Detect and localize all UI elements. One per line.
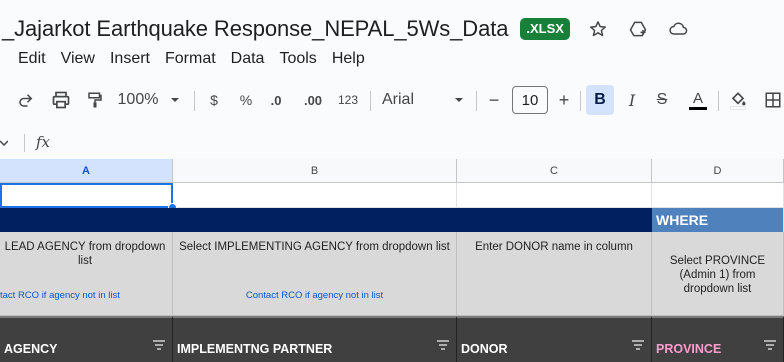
redo-icon[interactable] [14, 82, 38, 118]
formula-input[interactable] [62, 130, 784, 158]
header-label: AGENCY [4, 342, 58, 356]
toolbar-divider [580, 91, 581, 111]
cell-reference-chevron[interactable] [0, 137, 9, 149]
font-size-input[interactable]: 10 [512, 86, 548, 114]
borders-icon[interactable] [762, 82, 784, 118]
menu-insert[interactable]: Insert [110, 48, 150, 70]
header-label: PROVINCE [656, 342, 722, 356]
menu-edit[interactable]: Edit [18, 48, 46, 70]
zoom-select[interactable]: 100% [116, 82, 160, 118]
text-color-label: A [692, 89, 703, 107]
file-type-badge: .XLSX [520, 18, 570, 40]
italic-button[interactable]: I [620, 82, 644, 118]
cell-d1[interactable] [652, 183, 784, 208]
fill-color-icon[interactable] [726, 82, 750, 118]
menu-tools[interactable]: Tools [279, 48, 316, 70]
instruction-text: Enter DONOR name in column [475, 241, 633, 253]
toolbar: 100% $ % .0 .00 123 Arial − 10 + B I S A [0, 82, 784, 118]
toolbar-divider [370, 91, 371, 111]
where-section-label[interactable]: WHERE [652, 208, 784, 232]
instruction-text: Select IMPLEMENTING AGENCY from dropdown… [179, 241, 450, 253]
decrease-font-size-button[interactable]: − [484, 82, 504, 118]
header-cell-implementing-partner[interactable]: IMPLEMENTNG PARTNER [173, 316, 457, 362]
header-label: IMPLEMENTNG PARTNER [177, 342, 333, 356]
column-header-d[interactable]: D [652, 159, 784, 183]
text-color-swatch [689, 106, 707, 110]
filter-icon[interactable] [152, 338, 166, 354]
decrease-decimal-button[interactable]: .0 [262, 82, 290, 118]
filter-icon[interactable] [631, 338, 645, 354]
cell-b1[interactable] [173, 183, 457, 208]
title-bar: _Jajarkot Earthquake Response_NEPAL_5Ws_… [0, 12, 690, 46]
percent-format-button[interactable]: % [236, 82, 256, 118]
increase-decimal-button[interactable]: .00 [298, 82, 328, 118]
spreadsheet-grid: A B C D WHERE LEAD AGENCY from dropdown … [0, 159, 784, 362]
filter-icon[interactable] [436, 338, 450, 354]
toolbar-divider [194, 91, 195, 111]
increase-font-size-button[interactable]: + [554, 82, 574, 118]
header-cell-agency[interactable]: AGENCY [0, 316, 173, 362]
contact-rco-link[interactable]: Contact RCO if agency not in list [173, 290, 456, 301]
star-icon[interactable] [586, 17, 610, 41]
selected-cell-outline [0, 183, 173, 208]
menu-format[interactable]: Format [165, 48, 216, 70]
column-header-a[interactable]: A [0, 159, 173, 183]
contact-rco-link[interactable]: tact RCO if agency not in list [0, 290, 172, 301]
document-title[interactable]: _Jajarkot Earthquake Response_NEPAL_5Ws_… [2, 16, 508, 42]
cell-c1[interactable] [457, 183, 652, 208]
menu-bar: Edit View Insert Format Data Tools Help [18, 48, 380, 70]
text-color-button[interactable]: A [686, 82, 710, 118]
toolbar-divider [476, 91, 477, 111]
paint-format-icon[interactable] [82, 82, 108, 118]
fx-icon: fx [36, 133, 51, 151]
instruction-cell-lead-agency[interactable]: LEAD AGENCY from dropdown list tact RCO … [0, 232, 173, 316]
formula-bar: fx [0, 130, 784, 158]
font-family-select[interactable]: Arial [382, 82, 418, 118]
currency-format-button[interactable]: $ [204, 82, 224, 118]
instruction-cell-donor[interactable]: Enter DONOR name in column [457, 232, 652, 316]
cloud-status-icon[interactable] [666, 17, 690, 41]
formula-divider [24, 134, 25, 152]
column-header-c[interactable]: C [457, 159, 652, 183]
header-label: DONOR [461, 342, 508, 356]
menu-view[interactable]: View [61, 48, 95, 70]
move-to-drive-icon[interactable] [626, 17, 650, 41]
filter-icon[interactable] [763, 338, 777, 354]
number-format-button[interactable]: 123 [334, 82, 362, 118]
header-cell-donor[interactable]: DONOR [457, 316, 652, 362]
chevron-down-icon[interactable] [168, 82, 182, 118]
menu-data[interactable]: Data [231, 48, 265, 70]
strikethrough-button[interactable]: S [650, 82, 674, 118]
instruction-cell-implementing-agency[interactable]: Select IMPLEMENTING AGENCY from dropdown… [173, 232, 457, 316]
print-icon[interactable] [48, 82, 74, 118]
section-band[interactable] [0, 208, 652, 232]
instruction-text: LEAD AGENCY from dropdown list [4, 241, 166, 267]
menu-help[interactable]: Help [332, 48, 365, 70]
chevron-down-icon[interactable] [452, 82, 466, 118]
column-header-b[interactable]: B [173, 159, 457, 183]
header-cell-province[interactable]: PROVINCE [652, 316, 784, 362]
instruction-cell-province[interactable]: Select PROVINCE (Admin 1) from dropdown … [652, 232, 784, 316]
toolbar-divider [718, 91, 719, 111]
instruction-text: Select PROVINCE (Admin 1) from dropdown … [669, 255, 766, 295]
bold-button[interactable]: B [586, 85, 614, 115]
